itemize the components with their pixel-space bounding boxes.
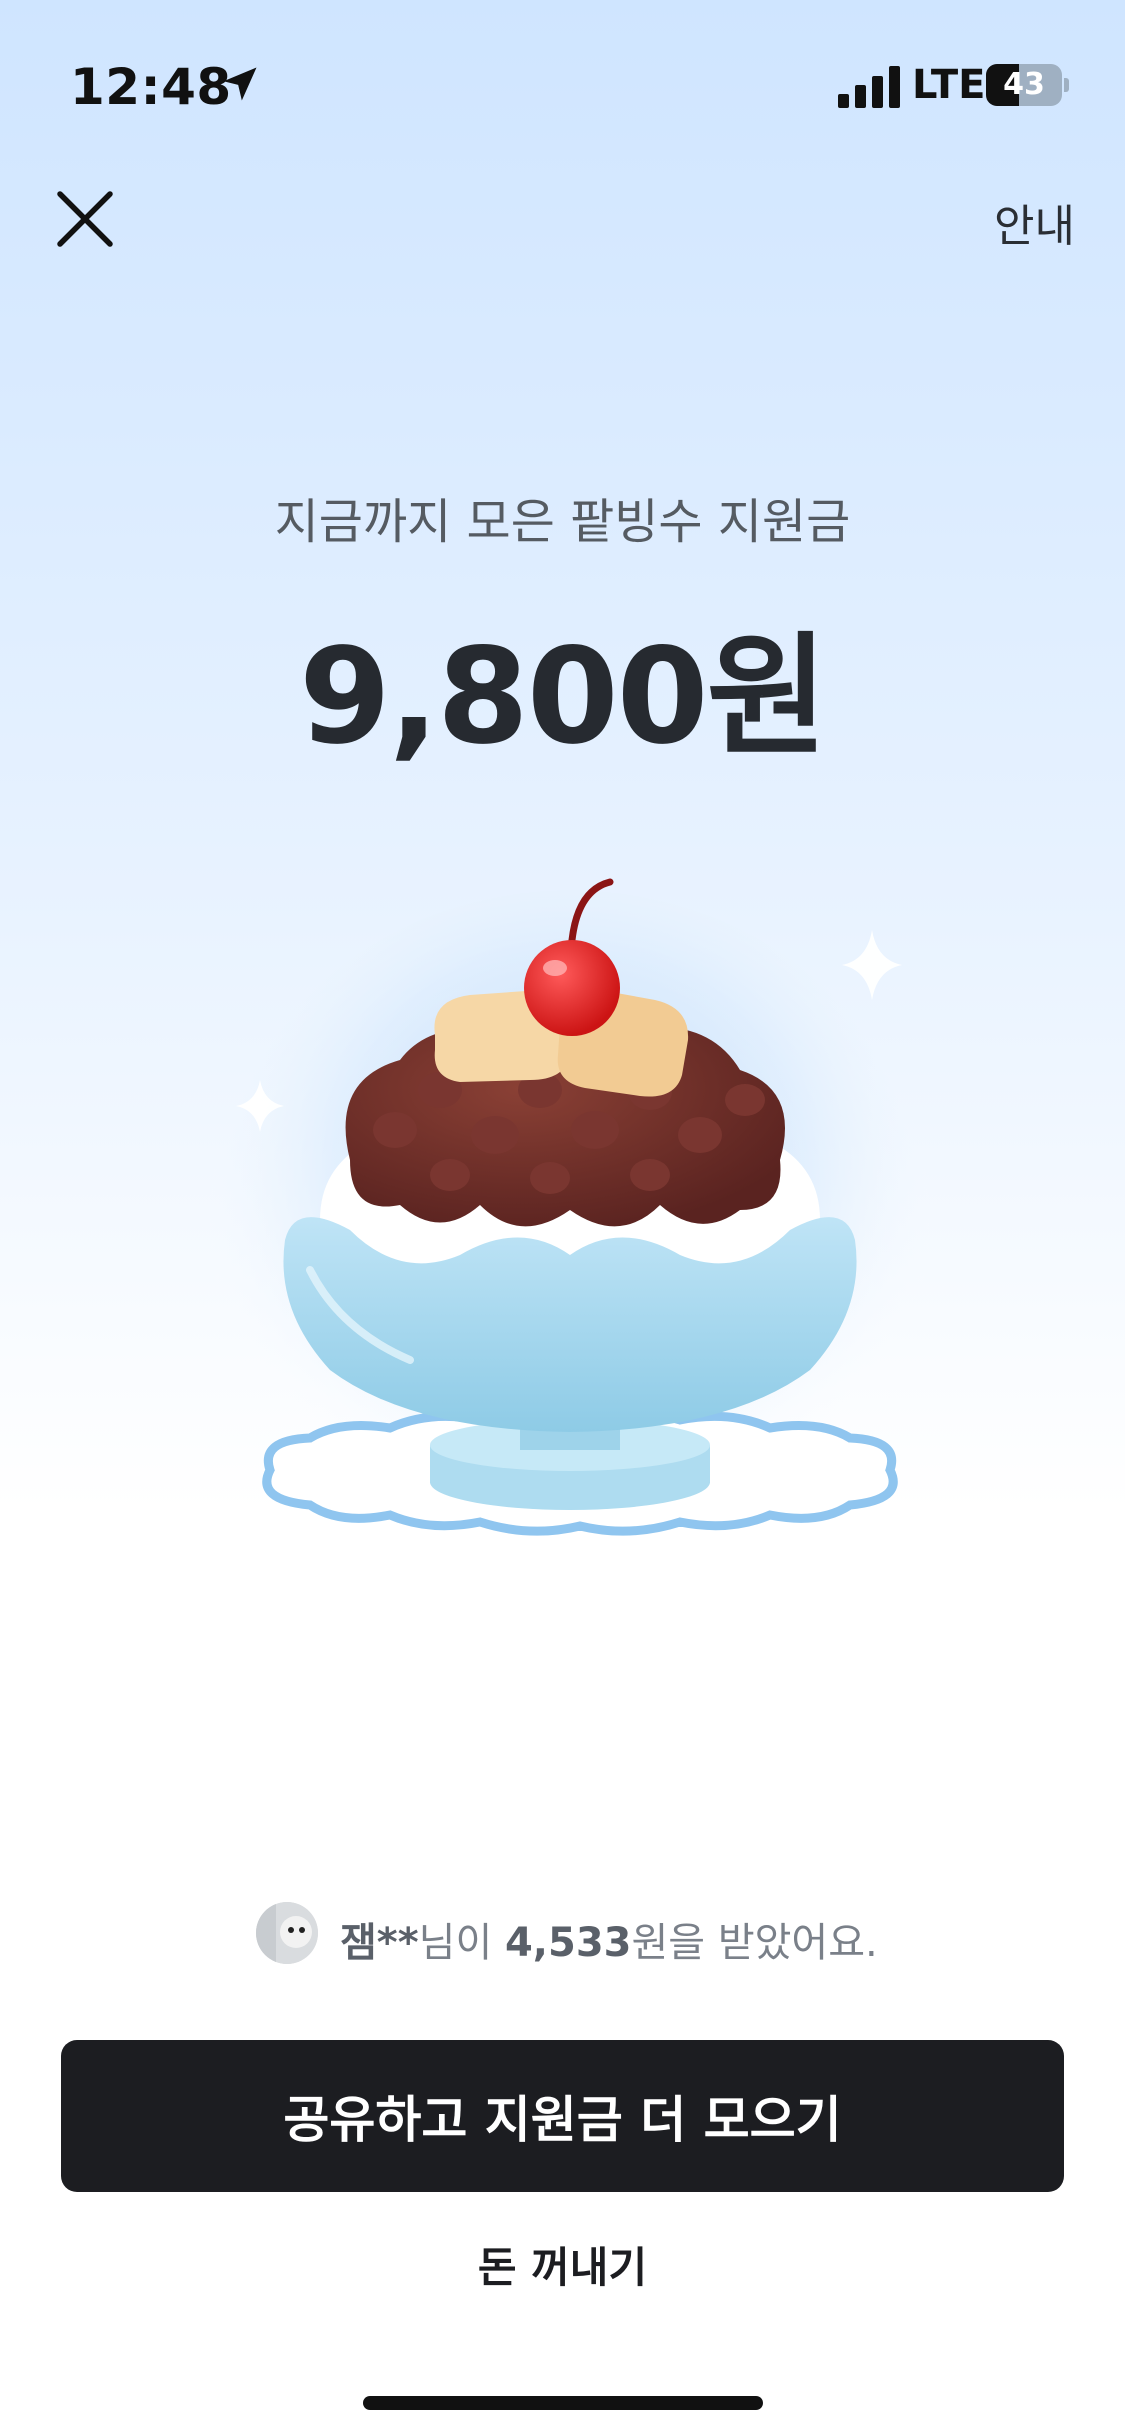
ticker-text-1: 님이 — [418, 1920, 505, 1966]
ticker-amount: 4,533 — [504, 1920, 632, 1966]
status-time: 12:48 — [70, 58, 232, 116]
recent-reward-ticker: 잼**님이 4,533원을 받았어요. — [256, 1902, 956, 1972]
battery-icon: 43 — [986, 64, 1069, 106]
location-arrow-icon — [223, 67, 257, 101]
red-bean-shaved-ice-icon — [210, 878, 930, 1550]
ticker-user: 잼** — [340, 1920, 419, 1966]
signal-bars-icon — [838, 66, 900, 108]
recent-reward-text: 잼**님이 4,533원을 받았어요. — [340, 1910, 878, 1968]
network-type: LTE — [912, 62, 986, 108]
share-and-collect-button[interactable]: 공유하고 지원금 더 모으기 — [61, 2040, 1064, 2192]
status-bar: 12:48 LTE 43 — [0, 0, 1125, 150]
total-amount: 9,800원 — [299, 620, 828, 774]
close-icon[interactable] — [52, 186, 118, 252]
ticker-text-2: 원을 받았어요. — [631, 1920, 878, 1966]
home-indicator — [363, 2396, 763, 2410]
withdraw-money-button[interactable]: 돈 꺼내기 — [0, 2234, 1125, 2295]
avatar — [256, 1902, 318, 1964]
battery-percent: 43 — [1003, 67, 1045, 102]
page-subtitle: 지금까지 모은 팥빙수 지원금 — [274, 494, 851, 550]
info-link[interactable]: 안내 — [994, 190, 1075, 254]
